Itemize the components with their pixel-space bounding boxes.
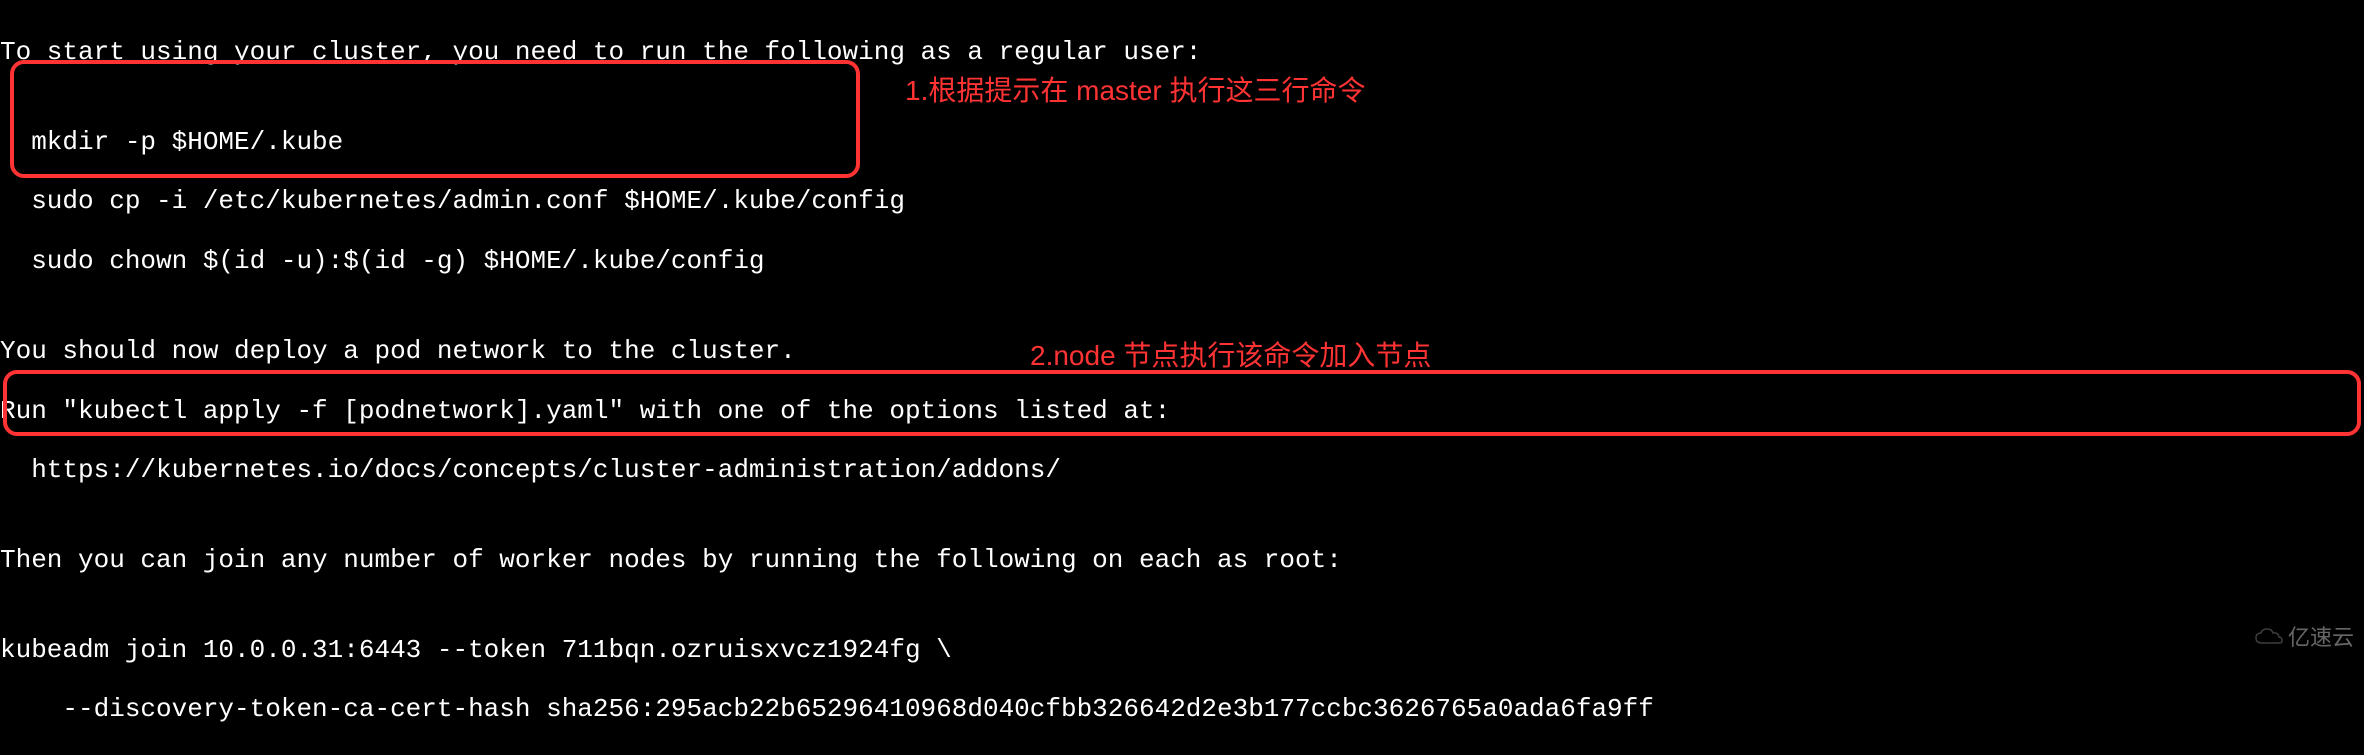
- cloud-icon: [2254, 627, 2284, 647]
- output-line: sudo cp -i /etc/kubernetes/admin.conf $H…: [0, 187, 1654, 217]
- output-line: mkdir -p $HOME/.kube: [0, 128, 1654, 158]
- watermark-text: 亿速云: [2288, 625, 2354, 650]
- annotation-2: 2.node 节点执行该命令加入节点: [1030, 340, 1431, 372]
- output-line: Then you can join any number of worker n…: [0, 546, 1654, 576]
- annotation-1: 1.根据提示在 master 执行这三行命令: [905, 75, 1365, 107]
- output-line: sudo chown $(id -u):$(id -g) $HOME/.kube…: [0, 247, 1654, 277]
- output-line: To start using your cluster, you need to…: [0, 38, 1654, 68]
- output-line: kubeadm join 10.0.0.31:6443 --token 711b…: [0, 636, 1654, 666]
- terminal-output: To start using your cluster, you need to…: [0, 8, 1654, 755]
- output-line: https://kubernetes.io/docs/concepts/clus…: [0, 456, 1654, 486]
- output-line: Run "kubectl apply -f [podnetwork].yaml"…: [0, 397, 1654, 427]
- watermark: 亿速云: [2254, 625, 2354, 650]
- output-line: --discovery-token-ca-cert-hash sha256:29…: [0, 695, 1654, 725]
